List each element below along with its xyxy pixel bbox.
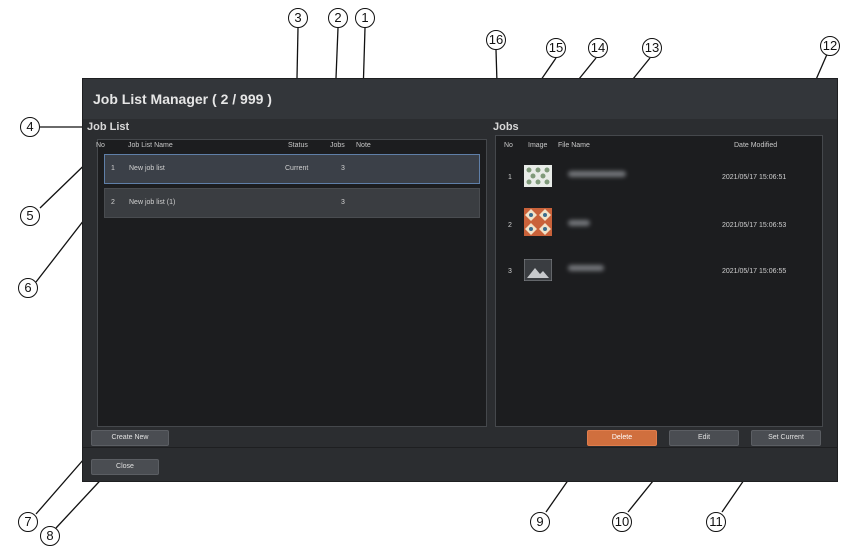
callout-5: 5 — [20, 206, 40, 226]
job-list-col-no[interactable]: No — [96, 142, 105, 149]
pattern-thumbnail-icon — [524, 165, 552, 187]
job-list-row-status: Current — [285, 165, 309, 172]
callout-9: 9 — [530, 512, 550, 532]
jobs-row-date: 2021/05/17 15:06:53 — [722, 222, 787, 229]
window-title: Job List Manager ( 2 / 999 ) — [93, 91, 272, 107]
jobs-row-no: 1 — [508, 174, 512, 181]
callout-15: 15 — [546, 38, 566, 58]
callout-10: 10 — [612, 512, 632, 532]
callout-6: 6 — [18, 278, 38, 298]
callout-11: 11 — [706, 512, 726, 532]
delete-button[interactable]: Delete — [587, 430, 657, 446]
jobs-row-no: 3 — [508, 268, 512, 275]
jobs-panel: No Image File Name Date Modified 1 2021/… — [495, 135, 823, 427]
blurred-file-name — [568, 220, 590, 226]
job-list-row-jobs: 3 — [341, 199, 345, 206]
edit-button[interactable]: Edit — [669, 430, 739, 446]
blurred-file-name — [568, 171, 626, 177]
callout-7: 7 — [18, 512, 38, 532]
job-list-col-jobs[interactable]: Jobs — [330, 142, 345, 149]
jobs-col-no[interactable]: No — [504, 142, 513, 149]
title-bar: Job List Manager ( 2 / 999 ) — [83, 79, 837, 119]
jobs-row-no: 2 — [508, 222, 512, 229]
jobs-section-label: Jobs — [493, 121, 519, 133]
blurred-file-name — [568, 265, 604, 271]
jobs-row[interactable]: 1 2021/05/17 15:06:51 — [496, 160, 822, 200]
job-list-manager-window: Job List Manager ( 2 / 999 ) Job List No… — [82, 78, 838, 482]
callout-14: 14 — [588, 38, 608, 58]
callout-4: 4 — [20, 117, 40, 137]
job-list-section-label: Job List — [87, 121, 130, 133]
job-list-row-jobs: 3 — [341, 165, 345, 172]
job-list-col-status[interactable]: Status — [288, 142, 308, 149]
job-list-col-note[interactable]: Note — [356, 142, 371, 149]
jobs-col-date-modified[interactable]: Date Modified — [734, 142, 777, 149]
close-button[interactable]: Close — [91, 459, 159, 475]
callout-12: 12 — [820, 36, 840, 56]
job-list-col-name[interactable]: Job List Name — [128, 142, 173, 149]
job-list-row-name: New job list (1) — [129, 199, 176, 206]
callout-2: 2 — [328, 8, 348, 28]
set-current-button[interactable]: Set Current — [751, 430, 821, 446]
job-list-panel: No Job List Name Status Jobs Note 1 New … — [96, 139, 487, 427]
jobs-row-date: 2021/05/17 15:06:51 — [722, 174, 787, 181]
jobs-col-image[interactable]: Image — [528, 142, 547, 149]
jobs-row-date: 2021/05/17 15:06:55 — [722, 268, 787, 275]
create-new-button[interactable]: Create New — [91, 430, 169, 446]
job-list-row-name: New job list — [129, 165, 165, 172]
callout-16: 16 — [486, 30, 506, 50]
jobs-row[interactable]: 3 2021/05/17 15:06:55 — [496, 254, 822, 294]
job-list-row-no: 2 — [111, 199, 115, 206]
callout-3: 3 — [288, 8, 308, 28]
tile-pattern-thumbnail-icon — [524, 208, 552, 236]
callout-13: 13 — [642, 38, 662, 58]
callout-8: 8 — [40, 526, 60, 546]
callout-1: 1 — [355, 8, 375, 28]
jobs-row[interactable]: 2 2021/05/17 15:06:53 — [496, 206, 822, 246]
jobs-col-file-name[interactable]: File Name — [558, 142, 590, 149]
image-placeholder-icon — [523, 258, 553, 282]
footer-divider — [83, 447, 837, 448]
job-list-row-no: 1 — [111, 165, 115, 172]
job-list-row[interactable]: 1 New job list Current 3 — [104, 154, 480, 184]
job-list-row[interactable]: 2 New job list (1) 3 — [104, 188, 480, 218]
